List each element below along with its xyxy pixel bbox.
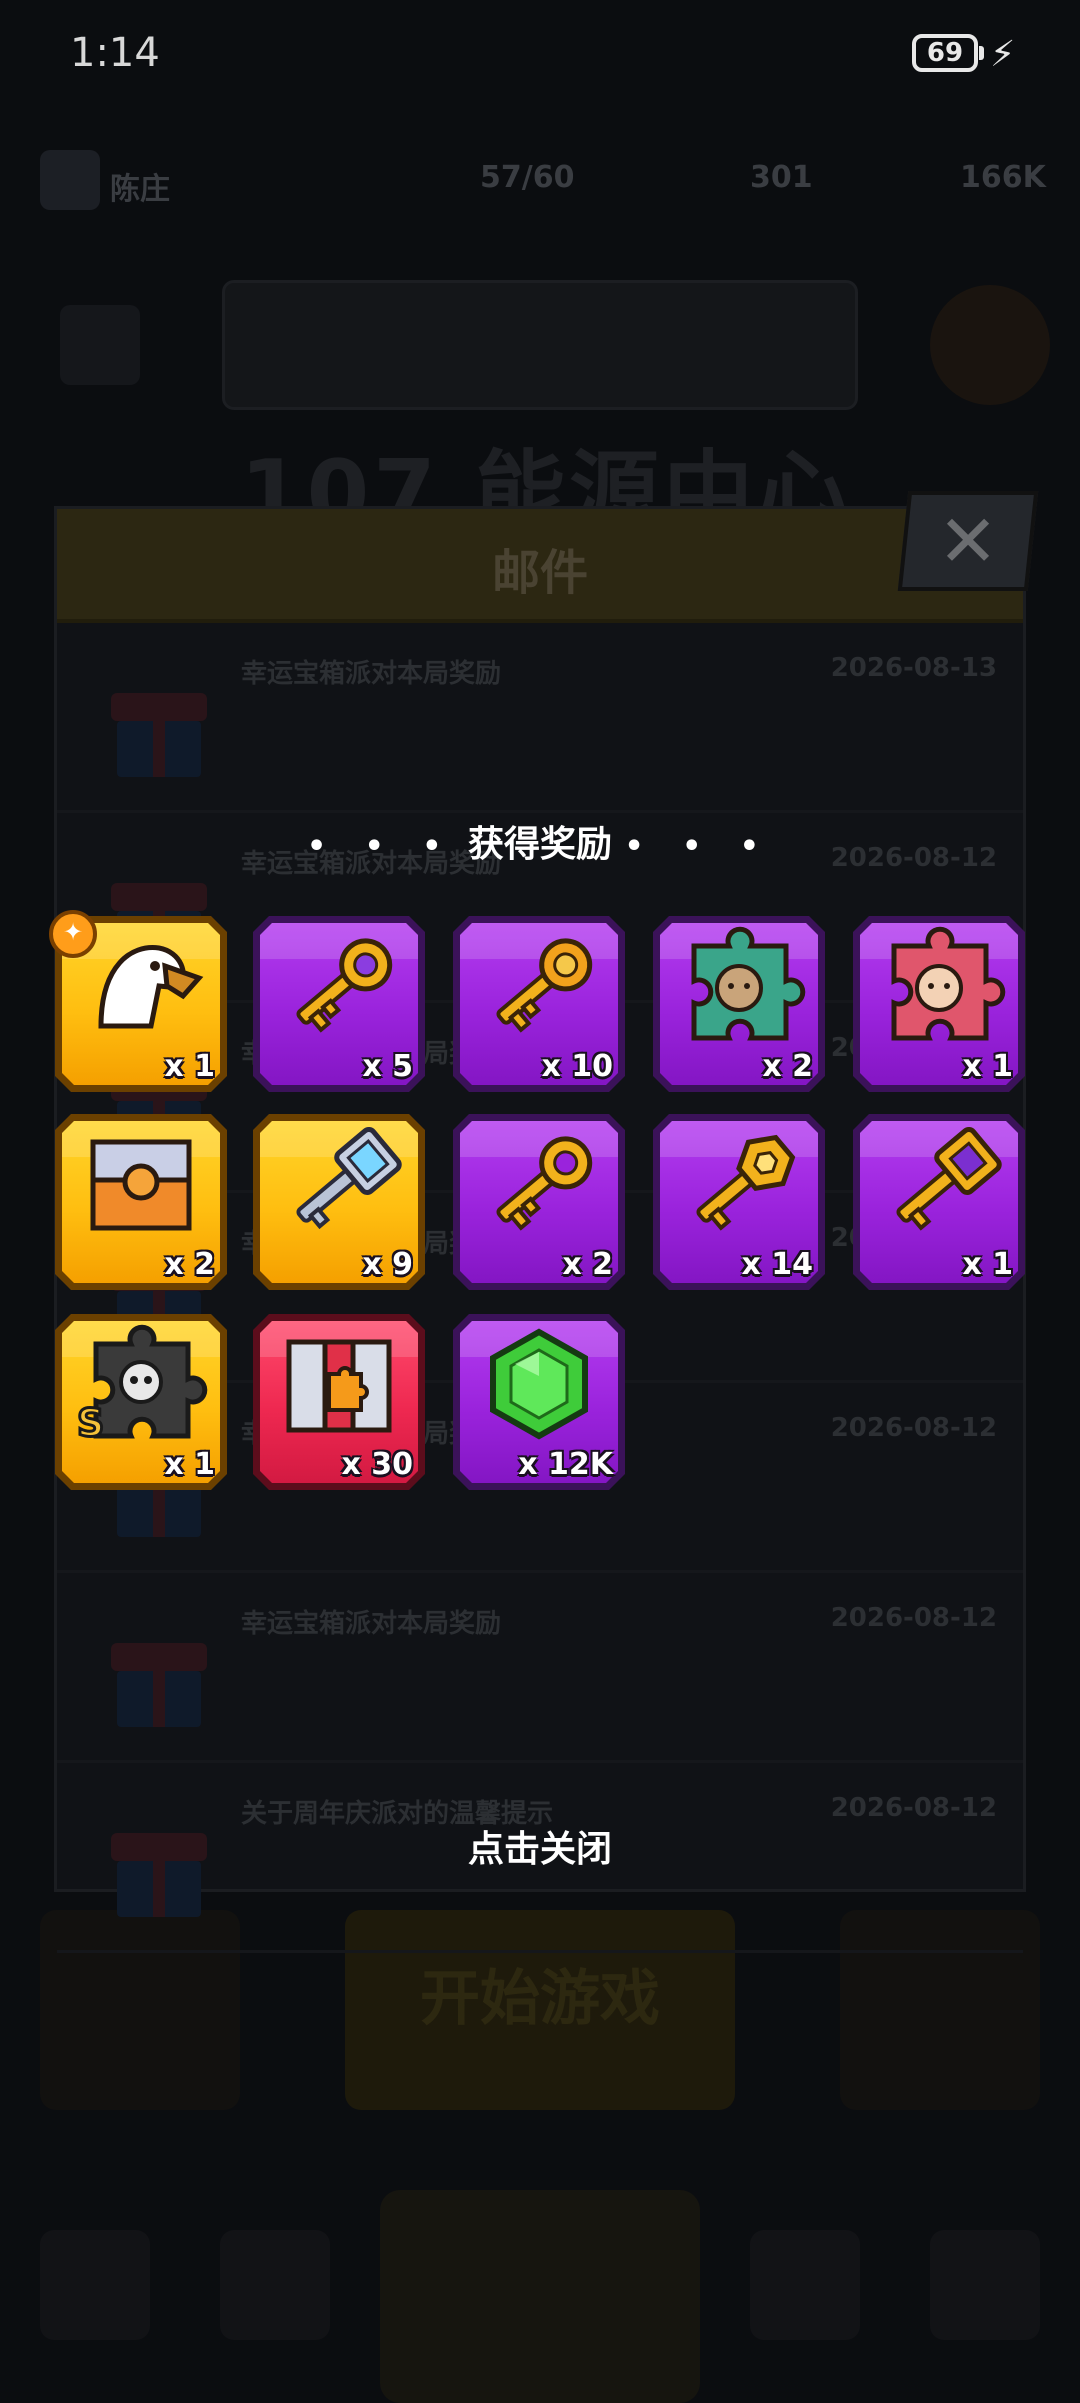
reward-count: x 2: [562, 1247, 613, 1282]
reward-count: x 1: [164, 1447, 215, 1482]
reward-title-text: 获得奖励: [467, 824, 612, 865]
soldier-puzzle-icon: [669, 926, 809, 1046]
title-dots-right: • • •: [624, 829, 773, 864]
status-bar: 1:14 69 ⚡: [0, 0, 1080, 110]
reward-count: x 5: [362, 1049, 413, 1084]
reward-item[interactable]: x 14: [653, 1114, 825, 1290]
hex-key-icon: [669, 1124, 809, 1244]
event-panel: [222, 280, 858, 410]
reward-item[interactable]: x 5: [253, 916, 425, 1092]
mail-title: 邮件: [491, 545, 588, 601]
reward-count: x 1: [962, 1049, 1013, 1084]
play-button-label: 开始游戏: [420, 1964, 660, 2034]
reward-count: x 30: [341, 1447, 413, 1482]
gift-icon: [111, 1633, 207, 1729]
reward-item[interactable]: x 10: [453, 916, 625, 1092]
reward-item[interactable]: x 1: [853, 1114, 1025, 1290]
svg-text:S: S: [77, 1401, 104, 1444]
nav-item-evolve: [930, 2230, 1040, 2340]
energy-stat: 57/60: [480, 160, 575, 195]
reward-item[interactable]: x 9: [253, 1114, 425, 1290]
mail-date: 2026-08-12: [830, 1413, 997, 1443]
skull-puzzle-s-icon: S: [71, 1324, 211, 1447]
puzzle-chest-icon: [269, 1324, 409, 1444]
charging-icon: ⚡: [990, 34, 1016, 75]
nav-item-talent: [750, 2230, 860, 2340]
reward-count: x 14: [741, 1247, 813, 1282]
tap-to-close[interactable]: 点击关闭: [0, 1820, 1080, 1872]
silver-chest-icon: [71, 1124, 211, 1244]
mail-row[interactable]: 幸运宝箱派对本局奖励 2026-08-12: [57, 1573, 1023, 1763]
reward-count: x 10: [541, 1049, 613, 1084]
purple-gem-key-icon: [869, 1124, 1009, 1244]
gift-icon: [111, 683, 207, 779]
amethyst-key-icon: [269, 926, 409, 1046]
status-time: 1:14: [70, 30, 160, 76]
bottom-nav: [0, 2170, 1080, 2403]
reward-item[interactable]: x 2: [453, 1114, 625, 1290]
gold-key-icon: [469, 926, 609, 1046]
reward-count: x 1: [164, 1049, 215, 1084]
reward-item[interactable]: x 1: [853, 916, 1025, 1092]
battery-icon: 69: [912, 34, 978, 72]
silver-key-icon: [269, 1124, 409, 1244]
mail-date: 2026-08-13: [830, 653, 997, 683]
reward-title: • • • 获得奖励 • • •: [0, 815, 1080, 867]
reward-item[interactable]: x 2: [653, 916, 825, 1092]
side-button-left: [60, 305, 140, 385]
reward-item[interactable]: x 30: [253, 1314, 425, 1490]
mail-subject: 幸运宝箱派对本局奖励: [241, 1609, 502, 1639]
side-button-right: [930, 285, 1050, 405]
mail-date: 2026-08-12: [830, 1603, 997, 1633]
reward-count: x 12K: [518, 1447, 613, 1482]
top-bar: 陈庄 57/60 301 166K: [30, 130, 1050, 240]
title-dots-left: • • •: [307, 829, 456, 864]
close-icon: ✕: [937, 499, 999, 583]
ninja-puzzle-icon: [869, 926, 1009, 1046]
reward-item[interactable]: x 12K: [453, 1314, 625, 1490]
mail-row[interactable]: 幸运宝箱派对本局奖励 2026-08-13: [57, 623, 1023, 813]
reward-count: x 1: [962, 1247, 1013, 1282]
new-badge-icon: ✦: [49, 910, 97, 958]
reward-item[interactable]: x 1 ✦: [49, 910, 227, 1092]
nav-item-gear: [220, 2230, 330, 2340]
reward-count: x 2: [164, 1247, 215, 1282]
reward-item[interactable]: x 2: [55, 1114, 227, 1290]
reward-count: x 9: [362, 1247, 413, 1282]
reward-count: x 2: [762, 1049, 813, 1084]
player-name: 陈庄: [110, 172, 170, 207]
mail-subject: 幸运宝箱派对本局奖励: [241, 659, 502, 689]
avatar: [40, 150, 100, 210]
close-button[interactable]: ✕: [897, 491, 1039, 591]
battery-tip: [979, 46, 984, 60]
nav-item-battle: [380, 2190, 700, 2403]
gem-stat: 301: [750, 160, 813, 195]
mail-date: 2026-08-12: [830, 1793, 997, 1823]
mail-header: 邮件: [57, 509, 1023, 623]
gold-stat: 166K: [960, 160, 1046, 195]
green-gem-icon: [469, 1324, 609, 1444]
reward-item[interactable]: Sx 1: [55, 1314, 227, 1490]
nav-item-shop: [40, 2230, 150, 2340]
gold-key-plain-icon: [469, 1124, 609, 1244]
